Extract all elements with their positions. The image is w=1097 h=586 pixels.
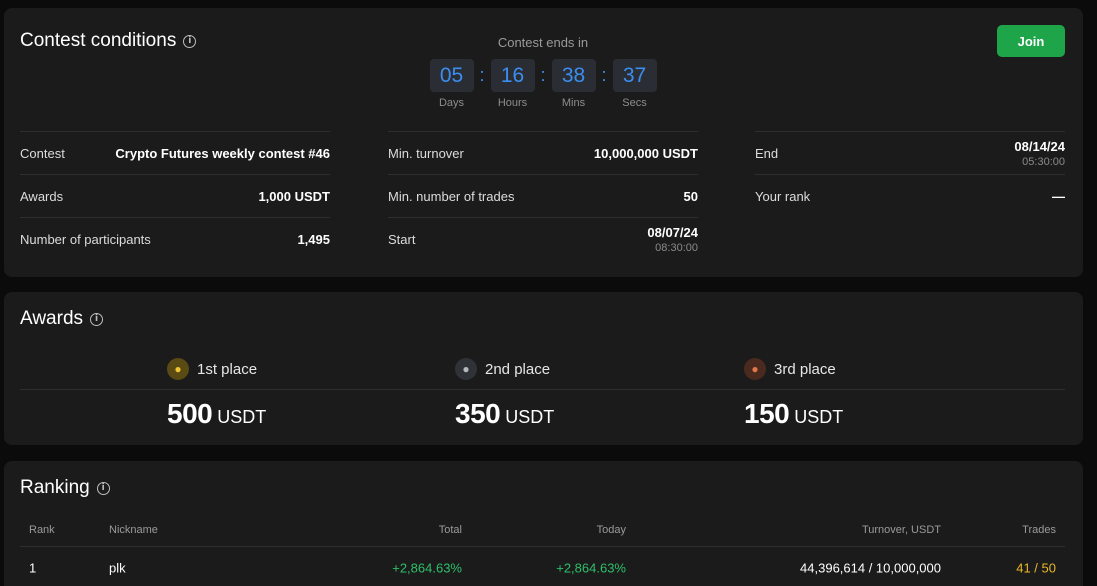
award-place-label: 2nd place bbox=[485, 360, 551, 378]
info-label: Your rank bbox=[755, 188, 811, 204]
column-header-nickname[interactable]: Nickname bbox=[109, 524, 158, 536]
countdown-days-value: 05 bbox=[429, 59, 474, 92]
info-row-end: End 08/14/24 05:30:00 bbox=[755, 131, 1065, 174]
info-value: — bbox=[1052, 188, 1065, 204]
award-amount-value: 500 bbox=[167, 398, 213, 429]
start-date: 08/07/24 bbox=[647, 224, 698, 240]
trades-cell: 41 / 50 bbox=[1016, 560, 1056, 576]
countdown-title: Contest ends in bbox=[497, 35, 589, 50]
bronze-medal-icon: ● bbox=[744, 358, 766, 380]
award-amount-value: 350 bbox=[455, 398, 501, 429]
countdown: Contest ends in 05 Days : 16 Hours : 38 … bbox=[428, 35, 658, 109]
info-row-min-trades: Min. number of trades 50 bbox=[388, 174, 698, 217]
gold-medal-icon: ● bbox=[167, 358, 189, 380]
countdown-secs: 37 Secs bbox=[612, 59, 657, 109]
countdown-secs-value: 37 bbox=[612, 59, 657, 92]
countdown-separator: : bbox=[479, 65, 485, 85]
column-header-today[interactable]: Today bbox=[597, 524, 626, 536]
info-value: 1,495 bbox=[297, 231, 330, 247]
countdown-hours-label: Hours bbox=[497, 97, 528, 109]
info-row-participants: Number of participants 1,495 bbox=[20, 217, 330, 260]
info-label: Min. number of trades bbox=[388, 188, 515, 204]
info-value: 08/14/24 05:30:00 bbox=[1014, 139, 1065, 168]
ranking-table-header: Rank Nickname Total Today Turnover, USDT… bbox=[20, 514, 1065, 547]
conditions-column-2: Min. turnover 10,000,000 USDT Min. numbe… bbox=[388, 131, 698, 260]
ranking-title: Ranking i bbox=[20, 477, 110, 499]
countdown-hours: 16 Hours bbox=[490, 59, 535, 109]
column-header-turnover[interactable]: Turnover, USDT bbox=[862, 524, 941, 536]
column-header-rank[interactable]: Rank bbox=[29, 524, 55, 536]
turnover-cell: 44,396,614 / 10,000,000 bbox=[800, 560, 941, 576]
award-amount-1: 500 USDT bbox=[167, 398, 266, 430]
awards-places-row: ● 1st place ● 2nd place ● 3rd place bbox=[20, 348, 1065, 390]
award-amount-currency: USDT bbox=[505, 407, 555, 427]
rank-cell: 1 bbox=[29, 560, 37, 576]
table-row[interactable]: 1 plk +2,864.63% +2,864.63% 44,396,614 /… bbox=[20, 547, 1065, 586]
end-time: 05:30:00 bbox=[1022, 155, 1065, 168]
award-amount-2: 350 USDT bbox=[455, 398, 554, 430]
info-value: 1,000 USDT bbox=[258, 188, 330, 204]
column-header-total[interactable]: Total bbox=[439, 524, 462, 536]
countdown-mins-label: Mins bbox=[561, 97, 586, 109]
nickname-cell: plk bbox=[109, 560, 126, 576]
awards-card: Awards i ● 1st place ● 2nd place ● 3rd p… bbox=[4, 292, 1083, 445]
info-label: End bbox=[755, 145, 779, 161]
info-icon[interactable]: i bbox=[96, 481, 110, 495]
ranking-card: Ranking i Rank Nickname Total Today Turn… bbox=[4, 461, 1083, 586]
award-place-1: ● 1st place bbox=[167, 358, 257, 380]
info-label: Contest bbox=[20, 145, 65, 161]
countdown-secs-label: Secs bbox=[622, 97, 647, 109]
info-value: 08/07/24 08:30:00 bbox=[647, 225, 698, 254]
info-value: 10,000,000 USDT bbox=[593, 145, 698, 161]
info-row-min-turnover: Min. turnover 10,000,000 USDT bbox=[388, 131, 698, 174]
award-amount-3: 150 USDT bbox=[744, 398, 843, 430]
countdown-separator: : bbox=[540, 65, 546, 85]
info-row-your-rank: Your rank — bbox=[755, 174, 1065, 217]
award-place-label: 1st place bbox=[197, 360, 258, 378]
total-cell: +2,864.63% bbox=[392, 560, 462, 576]
award-place-label: 3rd place bbox=[774, 360, 836, 378]
countdown-separator: : bbox=[601, 65, 607, 85]
contest-conditions-title: Contest conditions i bbox=[20, 30, 197, 52]
award-amount-currency: USDT bbox=[794, 407, 844, 427]
countdown-mins-value: 38 bbox=[551, 59, 596, 92]
today-cell: +2,864.63% bbox=[556, 560, 626, 576]
info-label: Min. turnover bbox=[388, 145, 464, 161]
join-button[interactable]: Join bbox=[997, 25, 1065, 57]
column-header-trades[interactable]: Trades bbox=[1022, 524, 1056, 536]
info-row-contest: Contest Crypto Futures weekly contest #4… bbox=[20, 131, 330, 174]
award-place-2: ● 2nd place bbox=[455, 358, 550, 380]
countdown-mins: 38 Mins bbox=[551, 59, 596, 109]
end-date: 08/14/24 bbox=[1014, 138, 1065, 154]
award-amount-currency: USDT bbox=[217, 407, 267, 427]
countdown-hours-value: 16 bbox=[490, 59, 535, 92]
countdown-days-label: Days bbox=[438, 97, 465, 109]
info-value: 50 bbox=[683, 188, 698, 204]
silver-medal-icon: ● bbox=[455, 358, 477, 380]
info-icon[interactable]: i bbox=[183, 34, 197, 48]
award-amount-value: 150 bbox=[744, 398, 790, 429]
contest-conditions-card: Contest conditions i Contest ends in 05 … bbox=[4, 8, 1083, 277]
info-label: Start bbox=[388, 231, 416, 247]
conditions-column-3: End 08/14/24 05:30:00 Your rank — bbox=[755, 131, 1065, 217]
info-label: Number of participants bbox=[20, 231, 151, 247]
award-place-3: ● 3rd place bbox=[744, 358, 836, 380]
awards-title: Awards i bbox=[20, 308, 104, 330]
countdown-days: 05 Days bbox=[429, 59, 474, 109]
info-row-awards: Awards 1,000 USDT bbox=[20, 174, 330, 217]
info-value: Crypto Futures weekly contest #46 bbox=[115, 145, 330, 161]
ranking-table: Rank Nickname Total Today Turnover, USDT… bbox=[20, 514, 1065, 586]
start-time: 08:30:00 bbox=[655, 241, 698, 254]
info-row-start: Start 08/07/24 08:30:00 bbox=[388, 217, 698, 260]
info-label: Awards bbox=[20, 188, 64, 204]
conditions-column-1: Contest Crypto Futures weekly contest #4… bbox=[20, 131, 330, 260]
info-icon[interactable]: i bbox=[90, 312, 104, 326]
